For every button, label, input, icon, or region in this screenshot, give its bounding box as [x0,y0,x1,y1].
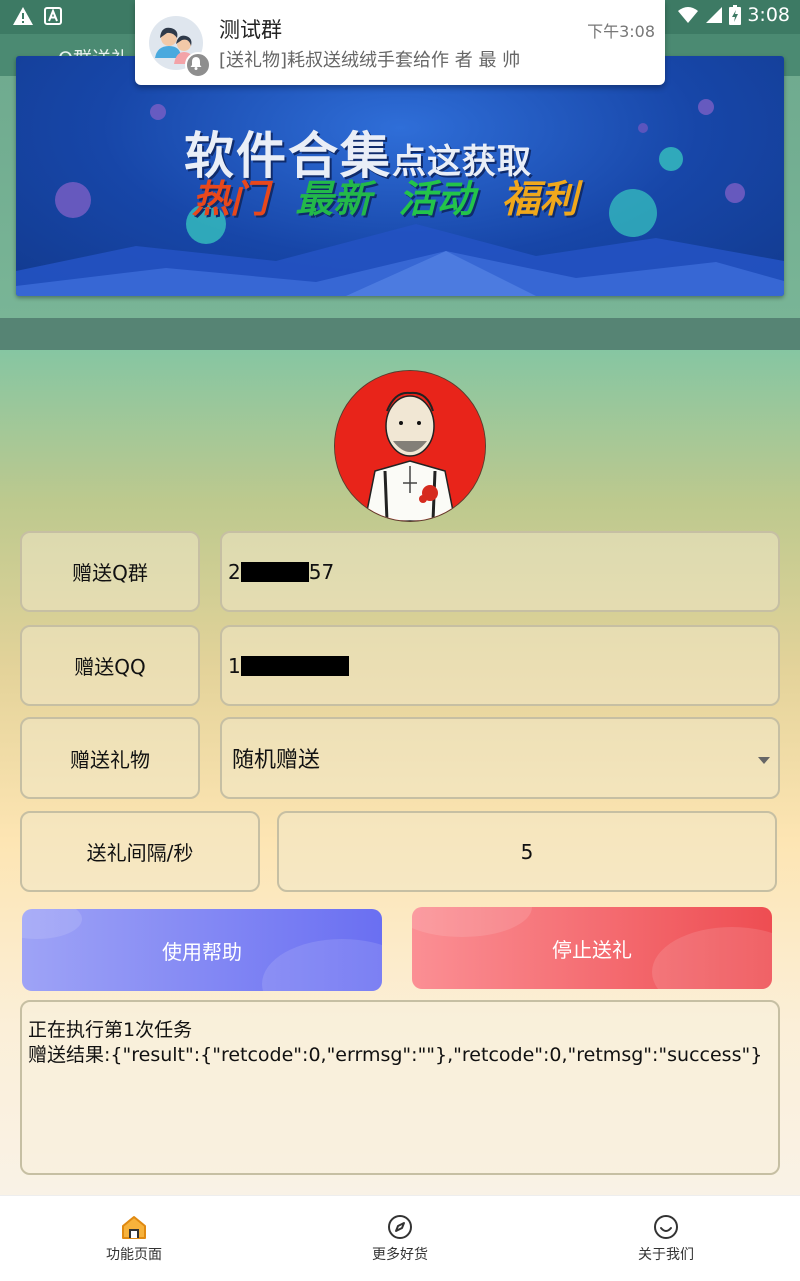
gift-select[interactable]: 随机赠送 [220,717,780,799]
qq-label-text: 赠送QQ [74,655,146,679]
interval-input[interactable]: 5 [277,811,777,892]
nav-label: 更多好货 [372,1247,428,1263]
compass-icon [388,1215,412,1239]
help-button-label: 使用帮助 [162,939,242,964]
notification-text: [送礼物]耗叔送绒绒手套给作 者 最 帅 [219,50,521,71]
nav-label: 关于我们 [638,1247,694,1263]
qq-input[interactable]: 1 [220,625,780,706]
a-icon [44,7,62,25]
nav-label: 功能页面 [106,1247,162,1263]
banner-tag: 福利 [501,177,578,221]
main-content: 赠送Q群 2 57 赠送QQ 1 赠送礼物 随机赠送 送礼间隔/秒 5 使用帮助 … [0,350,800,1195]
gift-label: 赠送礼物 [20,717,200,799]
gift-select-value: 随机赠送 [232,748,321,773]
interval-label-text: 送礼间隔/秒 [86,841,194,865]
smile-icon [654,1215,678,1239]
nav-item-about[interactable]: 关于我们 [606,1214,726,1264]
avatar[interactable] [334,370,486,522]
redaction-bar [240,655,349,676]
nav-item-more[interactable]: 更多好货 [340,1214,460,1264]
warning-icon [12,6,34,26]
gift-label-text: 赠送礼物 [70,747,150,772]
qq-label: 赠送QQ [20,625,200,706]
interval-value: 5 [520,839,534,864]
battery-icon [729,5,742,25]
group-value-suffix: 57 [308,559,335,584]
redaction-bar [240,561,309,582]
banner-tag: 最新 [295,177,372,221]
banner-tag: 活动 [398,177,475,221]
interval-label: 送礼间隔/秒 [20,811,260,892]
home-icon [122,1216,146,1239]
banner-tags: 热门 最新 活动 福利 [192,168,592,223]
stop-gift-button-label: 停止送礼 [552,937,632,962]
group-label: 赠送Q群 [20,531,200,612]
notification-time: 下午3:08 [587,22,655,41]
notification-title: 测试群 [219,18,282,42]
status-time: 3:08 [747,4,790,26]
wifi-icon [677,6,699,24]
dropdown-arrow-icon [758,757,770,764]
nav-item-home[interactable]: 功能页面 [74,1214,194,1264]
notification-card[interactable]: 测试群 下午3:08 [送礼物]耗叔送绒绒手套给作 者 最 帅 [135,0,665,85]
stop-gift-button[interactable]: 停止送礼 [412,907,772,989]
signal-icon [705,6,723,24]
bell-icon [185,52,211,78]
divider-strip [0,318,800,350]
log-output[interactable]: 正在执行第1次任务 赠送结果:{"result":{"retcode":0,"e… [20,1000,780,1175]
log-line: 赠送结果:{"result":{"retcode":0,"errmsg":""}… [28,1044,763,1066]
bottom-nav: 功能页面 更多好货 关于我们 [0,1195,800,1281]
qq-value-prefix: 1 [228,653,241,678]
log-line: 正在执行第1次任务 [28,1019,193,1041]
group-value-prefix: 2 [228,559,241,584]
group-input[interactable]: 2 57 [220,531,780,612]
group-label-text: 赠送Q群 [72,561,148,585]
help-button[interactable]: 使用帮助 [22,909,382,991]
promo-banner[interactable]: 软件合集点这获取 热门 最新 活动 福利 [16,56,784,296]
banner-tag: 热门 [192,177,269,221]
